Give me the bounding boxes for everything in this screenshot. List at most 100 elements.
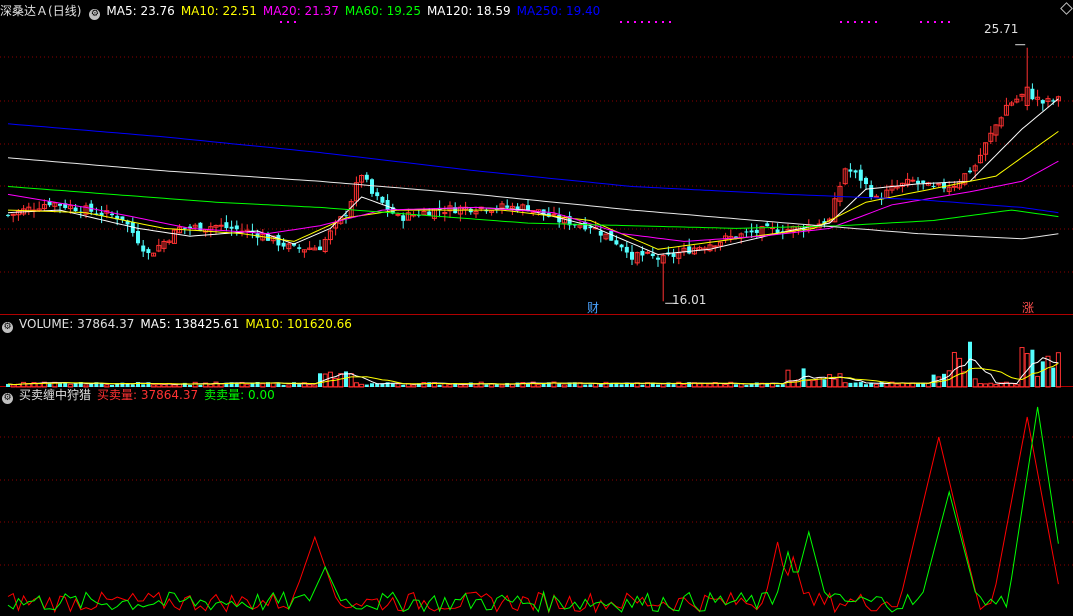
candle-body bbox=[58, 203, 62, 206]
candle-body bbox=[609, 230, 614, 241]
candle-body bbox=[401, 215, 406, 221]
candle-body bbox=[640, 250, 645, 256]
volume-bar bbox=[401, 384, 406, 387]
candle-body bbox=[1040, 100, 1045, 104]
candle-body bbox=[385, 200, 390, 210]
event-dot bbox=[861, 21, 863, 23]
buy-volume-line bbox=[7, 416, 1059, 614]
indicator-settings-icon[interactable]: ⚙ bbox=[2, 393, 13, 404]
financial-report-marker[interactable]: 财 bbox=[587, 299, 599, 316]
indicator-sell: 卖卖量: 0.00 bbox=[204, 388, 275, 402]
volume-bar bbox=[681, 383, 687, 388]
candle-body bbox=[141, 245, 146, 252]
volume-bar bbox=[853, 382, 858, 387]
volume-bars bbox=[6, 341, 1061, 388]
volume-bar bbox=[318, 373, 322, 387]
candle-body bbox=[744, 231, 749, 233]
ma-legend-item-2: MA20: 21.37 bbox=[262, 4, 339, 18]
ma-legend-item-1: MA10: 22.51 bbox=[180, 4, 257, 18]
candle-body bbox=[136, 231, 140, 244]
volume-bar bbox=[656, 384, 660, 387]
volume-bar bbox=[327, 371, 333, 388]
event-dot bbox=[847, 21, 849, 23]
event-dot bbox=[655, 21, 657, 23]
volume-bar bbox=[993, 383, 999, 388]
event-dot bbox=[948, 21, 950, 23]
volume-bar bbox=[869, 383, 874, 387]
volume-bar bbox=[822, 379, 827, 387]
candle-body bbox=[630, 251, 634, 260]
candle-body bbox=[671, 253, 676, 257]
volume-bar bbox=[437, 384, 442, 387]
candle-body bbox=[218, 224, 224, 227]
candle-body bbox=[869, 185, 874, 197]
period-label: (日线) bbox=[48, 4, 82, 18]
volume-bar bbox=[489, 383, 495, 388]
volume-bar bbox=[395, 383, 401, 388]
volume-title: VOLUME: 37864.37 bbox=[19, 317, 135, 331]
candle-body bbox=[229, 226, 234, 229]
candle-body bbox=[853, 170, 858, 173]
candle-body bbox=[598, 230, 603, 236]
candle-body bbox=[931, 185, 936, 187]
volume-bar bbox=[697, 383, 703, 388]
volume-bar bbox=[370, 383, 374, 387]
candle-body bbox=[910, 179, 916, 182]
volume-bar bbox=[1019, 347, 1025, 388]
kline-chart[interactable] bbox=[0, 0, 1073, 616]
candle-body bbox=[754, 229, 759, 233]
volume-bar bbox=[338, 373, 344, 388]
volume-bar bbox=[588, 384, 593, 387]
candle-body bbox=[395, 213, 401, 216]
volume-bar bbox=[447, 384, 453, 388]
volume-bar bbox=[827, 374, 833, 388]
candle-body bbox=[656, 257, 660, 260]
volume-bar bbox=[499, 384, 505, 388]
event-dot bbox=[941, 21, 943, 23]
settings-gear-icon[interactable]: ⚙ bbox=[89, 9, 101, 20]
candle-body bbox=[873, 195, 879, 198]
ma-legend-item-0: MA5: 23.76 bbox=[106, 4, 175, 18]
candle-body bbox=[297, 247, 302, 249]
candle-body bbox=[344, 215, 348, 217]
volume-panel-header: ⚙ VOLUME: 37864.37 MA5: 138425.61 MA10: 101… bbox=[0, 316, 358, 333]
candle-body bbox=[505, 205, 510, 208]
event-dot bbox=[840, 21, 842, 23]
sell-volume-line bbox=[7, 406, 1059, 614]
volume-bar bbox=[494, 384, 499, 387]
volume-bar bbox=[297, 384, 302, 387]
candle-body bbox=[645, 251, 651, 254]
volume-bar bbox=[364, 384, 369, 387]
volume-bar bbox=[957, 357, 963, 388]
limit-up-marker[interactable]: 涨 bbox=[1022, 299, 1034, 316]
candle-body bbox=[749, 230, 754, 233]
volume-settings-icon[interactable]: ⚙ bbox=[2, 322, 13, 333]
volume-bar bbox=[780, 384, 785, 387]
volume-bar bbox=[390, 383, 395, 387]
volume-bar bbox=[858, 382, 863, 387]
volume-bar bbox=[348, 373, 354, 388]
volume-bar bbox=[775, 384, 780, 387]
event-dot bbox=[627, 21, 629, 23]
candle-body bbox=[6, 214, 10, 216]
event-dot bbox=[875, 21, 877, 23]
volume-bar bbox=[1014, 384, 1020, 388]
volume-bar bbox=[457, 384, 463, 388]
volume-bar bbox=[1051, 367, 1056, 387]
ma-line-ma250 bbox=[7, 123, 1059, 214]
volume-bar bbox=[359, 383, 365, 388]
candle-body bbox=[110, 213, 114, 216]
volume-bar bbox=[864, 384, 868, 387]
event-dot bbox=[280, 21, 282, 23]
volume-bar bbox=[837, 373, 843, 388]
volume-bar bbox=[894, 383, 900, 388]
ma-legend: MA5: 23.76 MA10: 22.51 MA20: 21.37 MA60: 19… bbox=[106, 4, 606, 18]
event-dot bbox=[669, 21, 671, 23]
volume-bar bbox=[583, 384, 588, 387]
candle-body bbox=[364, 174, 369, 180]
volume-bar bbox=[744, 384, 749, 387]
grid-lines bbox=[0, 21, 1073, 566]
ma-legend-item-3: MA60: 19.25 bbox=[344, 4, 421, 18]
volume-bar bbox=[561, 384, 567, 388]
ma-legend-item-5: MA250: 19.40 bbox=[516, 4, 601, 18]
